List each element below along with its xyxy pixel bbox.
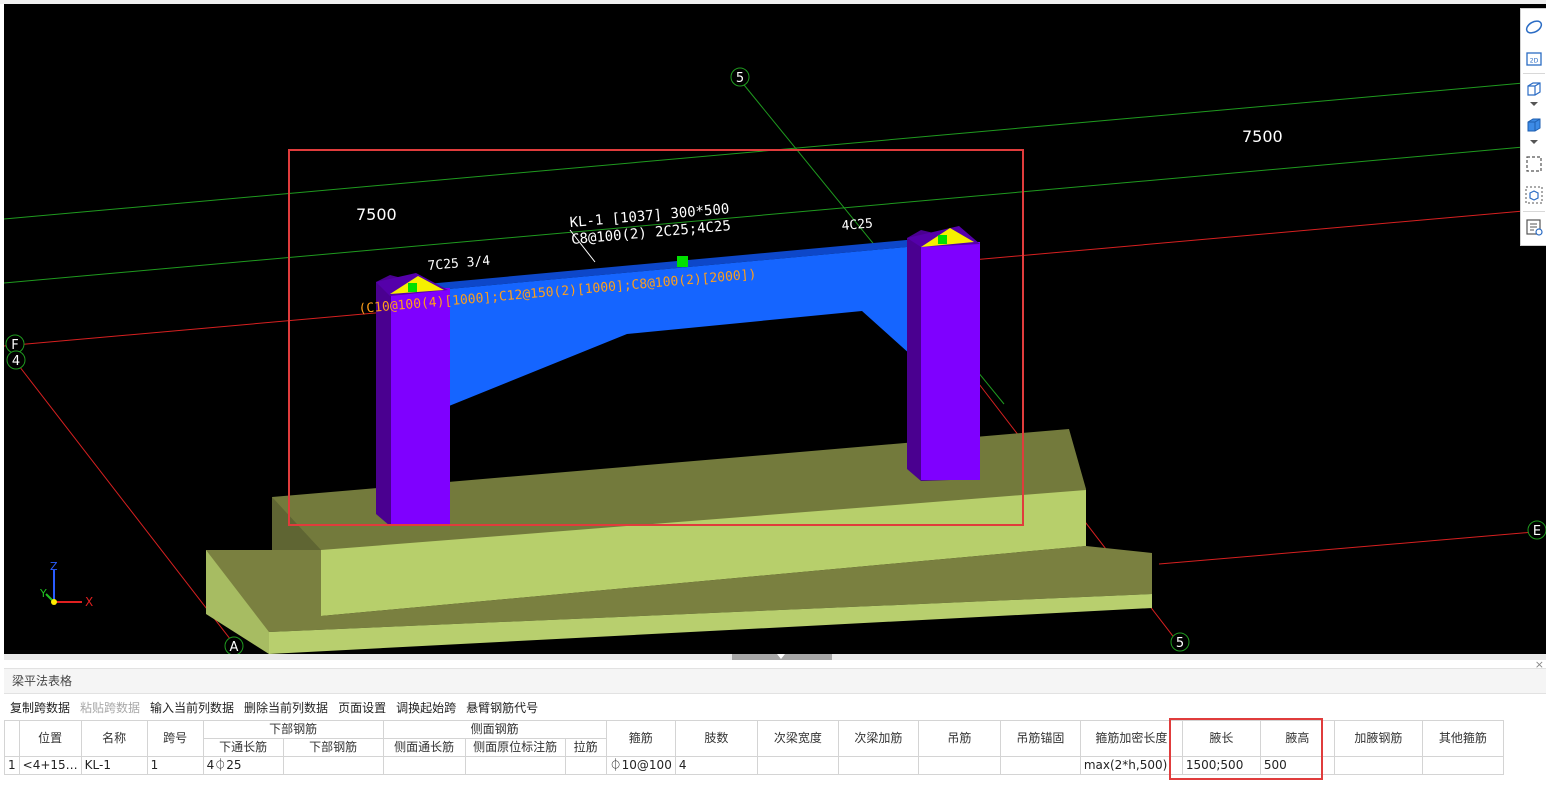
header-index: [4, 720, 20, 757]
table-row[interactable]: 1 <4+15… KL-1 1 4⏀25 ⏀10@100 4 max(2*h,5…: [4, 756, 1504, 775]
svg-text:5: 5: [1176, 636, 1184, 651]
dim-label-left: 7500: [356, 205, 397, 224]
cell-bottom-through[interactable]: 4⏀25: [202, 756, 284, 775]
cell-secondary-beam-width[interactable]: [756, 756, 839, 775]
axis-bubble-5-bottom: 5: [1170, 632, 1190, 652]
header-stirrup-dense-length[interactable]: 箍筋加密长度: [1079, 720, 1183, 757]
header-side-original[interactable]: 侧面原位标注筋: [464, 738, 566, 757]
cantilever-rebar-code-button[interactable]: 悬臂钢筋代号: [466, 698, 542, 718]
properties-view-icon[interactable]: [1524, 217, 1544, 237]
header-bottom-through[interactable]: 下通长筋: [202, 738, 284, 757]
dropdown-icon[interactable]: [1524, 99, 1544, 109]
cell-position[interactable]: <4+15…: [18, 756, 82, 775]
header-haunch-length[interactable]: 腋长: [1181, 720, 1261, 757]
svg-text:5: 5: [736, 71, 744, 86]
copy-span-data-button[interactable]: 复制跨数据: [10, 698, 74, 718]
cell-legs[interactable]: 4: [674, 756, 758, 775]
cell-haunch-height[interactable]: 500: [1259, 756, 1335, 775]
svg-text:E: E: [1533, 524, 1541, 539]
paste-span-data-button[interactable]: 粘贴跨数据: [80, 698, 144, 718]
right-column-front[interactable]: [921, 242, 980, 480]
header-other-stirrup[interactable]: 其他箍筋: [1421, 720, 1504, 757]
beam-front-face: [394, 244, 939, 424]
svg-text:Y: Y: [39, 587, 47, 600]
view-object-icon[interactable]: [1524, 185, 1544, 205]
header-legs[interactable]: 肢数: [674, 720, 758, 757]
3d-viewport[interactable]: 7500 7500 KL-1 [1037] 300*500 C8@100(2) …: [4, 4, 1546, 654]
view-2d-icon[interactable]: 2D: [1524, 49, 1544, 69]
beam-table: 位置 名称 跨号 下部钢筋 侧面钢筋 箍筋 肢数 次梁宽度 次梁加筋 吊筋 吊筋…: [4, 720, 1504, 775]
cell-name[interactable]: KL-1: [80, 756, 148, 775]
header-stirrup[interactable]: 箍筋: [605, 720, 676, 757]
axis-bubble-4: 4: [6, 350, 26, 370]
right-column-grip[interactable]: [938, 235, 947, 244]
header-hanger-anchor[interactable]: 吊筋锚固: [999, 720, 1081, 757]
beam-table-panel: × 梁平法表格 复制跨数据 粘贴跨数据 输入当前列数据 删除当前列数据 页面设置…: [4, 658, 1546, 786]
toolbar-separator: [1523, 73, 1545, 74]
toolbar-separator: [1523, 211, 1545, 212]
select-region-icon[interactable]: [1524, 154, 1544, 174]
view-toolbar: 2D: [1520, 8, 1546, 246]
panel-title: 梁平法表格: [4, 668, 1546, 694]
beam-grip-point[interactable]: [677, 256, 688, 267]
page-setup-button[interactable]: 页面设置: [338, 698, 390, 718]
cell-other-stirrup[interactable]: [1421, 756, 1504, 775]
cell-haunch-length[interactable]: 1500;500: [1181, 756, 1261, 775]
svg-text:A: A: [230, 640, 239, 654]
coordinate-gizmo: X Y Z: [39, 560, 93, 609]
header-group-bottom-rebar: 下部钢筋: [202, 720, 384, 739]
table-header-row: 位置 名称 跨号 下部钢筋 侧面钢筋 箍筋 肢数 次梁宽度 次梁加筋 吊筋 吊筋…: [4, 720, 1504, 757]
grid-line-red-4: [15, 361, 235, 645]
header-name[interactable]: 名称: [80, 720, 148, 757]
axis-bubble-5-top: 5: [730, 67, 750, 87]
svg-text:2D: 2D: [1530, 58, 1539, 65]
header-secondary-beam-add[interactable]: 次梁加筋: [837, 720, 919, 757]
cell-stirrup[interactable]: ⏀10@100: [605, 756, 676, 775]
header-position[interactable]: 位置: [18, 720, 82, 757]
cell-side-original[interactable]: [464, 756, 566, 775]
axis-bubble-f: F: [5, 334, 25, 354]
header-tie[interactable]: 拉筋: [564, 738, 607, 757]
svg-text:Z: Z: [50, 560, 58, 573]
cell-hanger-anchor[interactable]: [999, 756, 1081, 775]
axis-bubble-e: E: [1527, 520, 1546, 540]
grid-line-red-e: [1158, 530, 1546, 565]
dim-label-right: 7500: [1242, 127, 1283, 146]
cell-hanger[interactable]: [917, 756, 1001, 775]
3d-scene: 7500 7500 KL-1 [1037] 300*500 C8@100(2) …: [4, 67, 1546, 654]
beam-right-rebar-label: 4C25: [841, 216, 874, 234]
dropdown-icon[interactable]: [1524, 137, 1544, 147]
panel-action-bar: 复制跨数据 粘贴跨数据 输入当前列数据 删除当前列数据 页面设置 调换起始跨 悬…: [10, 698, 548, 718]
solid-cube-icon[interactable]: [1524, 115, 1544, 135]
header-haunch-height[interactable]: 腋高: [1259, 720, 1335, 757]
header-span[interactable]: 跨号: [146, 720, 204, 757]
cell-index: 1: [4, 756, 20, 775]
beam-bottom-rebar-label: 7C25 3/4: [427, 254, 491, 274]
swap-start-span-button[interactable]: 调换起始跨: [396, 698, 460, 718]
header-bottom-rebar[interactable]: 下部钢筋: [282, 738, 384, 757]
left-column-front[interactable]: [391, 288, 450, 526]
cell-haunch-rebar[interactable]: [1333, 756, 1423, 775]
svg-text:4: 4: [12, 354, 20, 369]
orbit-icon[interactable]: [1524, 17, 1544, 37]
header-side-through[interactable]: 侧面通长筋: [382, 738, 466, 757]
cell-side-through[interactable]: [382, 756, 466, 775]
left-column-grip[interactable]: [408, 283, 417, 292]
svg-text:X: X: [85, 595, 93, 609]
chevron-down-icon: [777, 654, 785, 659]
cell-bottom-rebar[interactable]: [282, 756, 384, 775]
axis-bubble-a: A: [224, 636, 244, 654]
header-secondary-beam-width[interactable]: 次梁宽度: [756, 720, 839, 757]
header-haunch-rebar[interactable]: 加腋钢筋: [1333, 720, 1423, 757]
view-3d-box-icon[interactable]: [1524, 79, 1544, 99]
cell-span[interactable]: 1: [146, 756, 204, 775]
cell-stirrup-dense-length[interactable]: max(2*h,500): [1079, 756, 1183, 775]
cell-secondary-beam-add[interactable]: [837, 756, 919, 775]
header-group-side-rebar: 侧面钢筋: [382, 720, 607, 739]
header-hanger[interactable]: 吊筋: [917, 720, 1001, 757]
delete-column-data-button[interactable]: 删除当前列数据: [244, 698, 332, 718]
cell-tie[interactable]: [564, 756, 607, 775]
input-column-data-button[interactable]: 输入当前列数据: [150, 698, 238, 718]
